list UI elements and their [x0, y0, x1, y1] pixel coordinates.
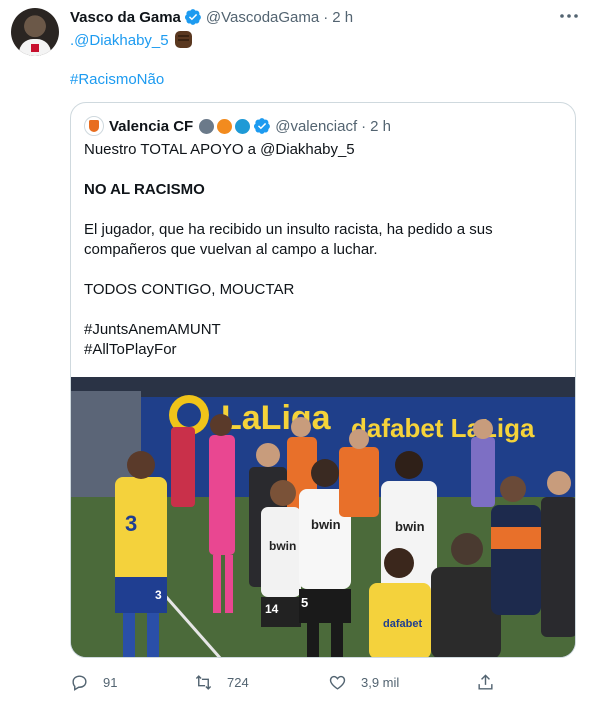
- share-icon: [478, 673, 493, 690]
- author-avatar[interactable]: [11, 8, 59, 56]
- board-right-text: dafabet LaLiga: [351, 413, 535, 443]
- sponsor-text-a: bwin: [269, 539, 296, 553]
- quoted-avatar[interactable]: [84, 116, 104, 136]
- sponsor-text-b: bwin: [311, 517, 341, 532]
- jersey-number-d: 5: [301, 595, 308, 610]
- quoted-text-line: #AllToPlayFor: [84, 341, 177, 358]
- sponsor-text-c: bwin: [395, 519, 425, 534]
- heart-icon: [329, 675, 346, 690]
- quoted-handle[interactable]: @valenciacf: [275, 118, 357, 135]
- quoted-text-line: Nuestro TOTAL APOYO a @Diakhaby_5: [84, 141, 355, 158]
- like-action[interactable]: 3,9 mil: [328, 670, 399, 694]
- tweet[interactable]: Vasco da Gama @VascodaGama · 2 h .@Diakh…: [0, 0, 594, 714]
- retweet-action[interactable]: 724: [194, 670, 249, 694]
- quoted-text-line: TODOS CONTIGO, MOUCTAR: [84, 281, 295, 298]
- jersey-number-b: 3: [155, 588, 162, 602]
- reply-icon: [72, 674, 87, 691]
- quoted-text-line: NO AL RACISMO: [84, 181, 205, 198]
- avatar-crest: [31, 44, 39, 52]
- more-dots-icon[interactable]: [558, 8, 580, 24]
- quoted-author-name[interactable]: Valencia CF: [109, 118, 193, 135]
- quoted-photo[interactable]: LaLiga dafabet LaLiga 3 3 bwin 14 bwin 5…: [71, 377, 575, 657]
- share-action[interactable]: [476, 670, 509, 694]
- retweet-icon: [195, 674, 212, 690]
- author-name[interactable]: Vasco da Gama: [70, 9, 181, 26]
- quoted-header: Valencia CF @valenciacf · 2 h: [84, 115, 391, 137]
- quoted-text-line: #JuntsAnemAMUNT: [84, 321, 221, 338]
- reply-action[interactable]: 91: [70, 670, 117, 694]
- jersey-number-c: 14: [265, 602, 279, 616]
- quoted-text-line: compañeros que vuelvan al campo a luchar…: [84, 241, 378, 258]
- separator-dot: ·: [323, 8, 329, 26]
- verified-badge-icon: [184, 9, 201, 25]
- separator-dot: ·: [361, 117, 367, 135]
- tweet-time[interactable]: 2 h: [332, 9, 353, 26]
- tweet-text-line-1: .@Diakhaby_5: [70, 31, 192, 49]
- mention-link[interactable]: .@Diakhaby_5: [70, 32, 169, 49]
- author-handle[interactable]: @VascodaGama: [206, 9, 319, 26]
- quoted-text-line: El jugador, que ha recibido un insulto r…: [84, 221, 493, 238]
- reply-count: 91: [103, 674, 118, 690]
- retweet-count: 724: [227, 674, 249, 690]
- tweet-actions: 91 724 3,9 mil: [70, 670, 570, 694]
- sponsor-text-d: dafabet: [383, 618, 422, 630]
- football-scene-image: LaLiga dafabet LaLiga 3 3 bwin 14 bwin 5…: [71, 377, 575, 657]
- wave-emoji-icon: [235, 118, 251, 134]
- board-left-text: LaLiga: [221, 399, 332, 437]
- tweet-text-line-2: #RacismoNão: [70, 71, 164, 88]
- jersey-number-a: 3: [125, 511, 137, 536]
- tweet-header: Vasco da Gama @VascodaGama · 2 h: [70, 6, 353, 28]
- hashtag-link[interactable]: #RacismoNão: [70, 71, 164, 88]
- like-count: 3,9 mil: [361, 674, 400, 690]
- quoted-time[interactable]: 2 h: [370, 118, 391, 135]
- bat-emoji-icon: [199, 118, 215, 134]
- raised-fist-emoji-icon: [174, 31, 192, 48]
- quoted-tweet[interactable]: Valencia CF @valenciacf · 2 h Nuestro TO…: [70, 102, 576, 658]
- verified-badge-icon: [254, 118, 271, 134]
- orange-emoji-icon: [217, 118, 233, 134]
